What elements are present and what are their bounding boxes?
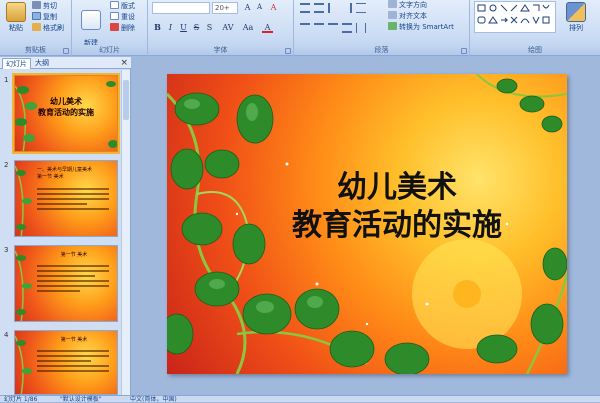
tab-slides[interactable]: 幻灯片 [2, 58, 31, 69]
layout-icon [110, 1, 119, 9]
strikethrough-button[interactable]: S [191, 22, 202, 33]
align-center-icon[interactable] [314, 23, 324, 33]
thumb-text: 一、美术与早期儿童美术 第一节 美术 [37, 167, 93, 180]
paragraph-group: 文字方向 对齐文本 转换为 SmartArt 段落 [294, 0, 470, 56]
tab-outline[interactable]: 大纲 [32, 58, 52, 69]
slide-thumbnail-1[interactable]: 幼儿美术 教育活动的实施 [12, 73, 120, 154]
reset-icon [110, 12, 119, 20]
thumb-body-lines [37, 262, 109, 295]
thumb-number: 4 [4, 331, 9, 339]
smartart-icon [388, 22, 397, 30]
paragraph-group-label: 段落 [294, 45, 469, 55]
numbering-icon[interactable] [314, 3, 324, 13]
slide-thumbnail-4[interactable]: 第一节 美术 [14, 330, 118, 395]
drawing-group-label: 绘图 [470, 45, 600, 55]
cut-button[interactable]: 剪切 [32, 1, 57, 11]
pane-scroll-thumb[interactable] [123, 80, 129, 120]
thumb-body-lines [37, 185, 109, 213]
decrease-indent-icon[interactable] [328, 3, 338, 13]
brush-icon [32, 23, 41, 31]
clear-format-button[interactable]: A [268, 2, 279, 13]
scissors-icon [32, 1, 41, 9]
shapes-icon [477, 4, 550, 25]
align-right-icon[interactable] [328, 23, 338, 33]
increase-indent-icon[interactable] [342, 3, 352, 13]
slide-title-line-2[interactable]: 教育活动的实施 [247, 207, 547, 245]
font-group: 20+ A A A B I U S S AV Aa A 字体 [148, 0, 294, 56]
shrink-font-button[interactable]: A [254, 2, 265, 13]
copy-icon [32, 12, 41, 20]
text-direction-icon [388, 0, 397, 8]
arrange-button[interactable]: 排列 [562, 2, 590, 33]
align-text-button[interactable]: 对齐文本 [388, 11, 427, 21]
bullets-icon[interactable] [300, 3, 310, 13]
font-group-label: 字体 [148, 45, 293, 55]
font-size-combo[interactable]: 20+ [212, 2, 238, 14]
smartart-button[interactable]: 转换为 SmartArt [388, 22, 454, 32]
new-slide-icon [81, 10, 101, 30]
ribbon: 粘贴 剪切 复制 格式刷 剪贴板 新建 幻灯片 版式 重设 删除 幻灯片 20+… [0, 0, 600, 56]
pane-scrollbar[interactable] [121, 70, 130, 395]
thumb-number: 2 [4, 161, 9, 169]
underline-button[interactable]: U [178, 22, 189, 33]
align-text-icon [388, 11, 397, 19]
thumb-text: 第一节 美术 [60, 337, 88, 343]
font-name-combo[interactable] [152, 2, 210, 14]
slides-group-label: 幻灯片 [72, 45, 147, 55]
thumb-text: 第一节 美术 [60, 252, 88, 258]
shadow-button[interactable]: S [204, 22, 215, 33]
font-launcher-button[interactable] [285, 48, 291, 54]
thumb-title: 幼儿美术 教育活动的实施 [38, 97, 94, 117]
reset-button[interactable]: 重设 [110, 12, 135, 22]
shapes-gallery[interactable] [474, 1, 556, 33]
paragraph-launcher-button[interactable] [461, 48, 467, 54]
grow-font-button[interactable]: A [242, 2, 253, 13]
bold-button[interactable]: B [152, 22, 163, 33]
paste-icon [6, 2, 26, 22]
clipboard-launcher-button[interactable] [63, 48, 69, 54]
thumb-number: 1 [4, 76, 9, 84]
clipboard-group-label: 剪贴板 [0, 45, 71, 55]
char-spacing-button[interactable]: AV [220, 22, 236, 33]
drawing-group: 排列 绘图 [470, 0, 600, 56]
delete-icon [110, 23, 119, 31]
slide-editor: 幼儿美术 教育活动的实施 [132, 57, 600, 395]
columns-icon[interactable] [356, 23, 366, 33]
copy-button[interactable]: 复制 [32, 12, 57, 22]
slide-title-line-1[interactable]: 幼儿美术 [247, 169, 547, 207]
paste-button[interactable]: 粘贴 [3, 2, 29, 33]
close-pane-icon[interactable]: × [120, 57, 128, 69]
format-painter-button[interactable]: 格式刷 [32, 23, 64, 33]
justify-icon[interactable] [342, 23, 352, 33]
slide-thumbnail-3[interactable]: 第一节 美术 [14, 245, 118, 322]
thumb-number: 3 [4, 246, 9, 254]
thumb-body-lines [37, 347, 109, 375]
align-left-icon[interactable] [300, 23, 310, 33]
italic-button[interactable]: I [165, 22, 176, 33]
slide-canvas[interactable]: 幼儿美术 教育活动的实施 [167, 74, 567, 374]
change-case-button[interactable]: Aa [240, 22, 256, 33]
line-spacing-icon[interactable] [356, 3, 366, 13]
arrange-icon [566, 2, 586, 22]
clipboard-group: 粘贴 剪切 复制 格式刷 剪贴板 [0, 0, 72, 56]
slide-thumbnail-2[interactable]: 一、美术与早期儿童美术 第一节 美术 [14, 160, 118, 237]
text-direction-button[interactable]: 文字方向 [388, 0, 427, 10]
layout-button[interactable]: 版式 [110, 1, 135, 11]
pane-tabs: 幻灯片 大纲 × [0, 57, 131, 69]
delete-slide-button[interactable]: 删除 [110, 23, 135, 33]
font-color-button[interactable]: A [262, 22, 273, 33]
slides-pane: 幻灯片 大纲 × 1 幼儿美术 教育活动的实施 2 一、美术与早期儿童美术 第一… [0, 57, 131, 395]
slides-group: 新建 幻灯片 版式 重设 删除 幻灯片 [72, 0, 148, 56]
status-bar: 幻灯片 1/86 "默认设计模板" 中文(简体，中国) [0, 395, 600, 403]
